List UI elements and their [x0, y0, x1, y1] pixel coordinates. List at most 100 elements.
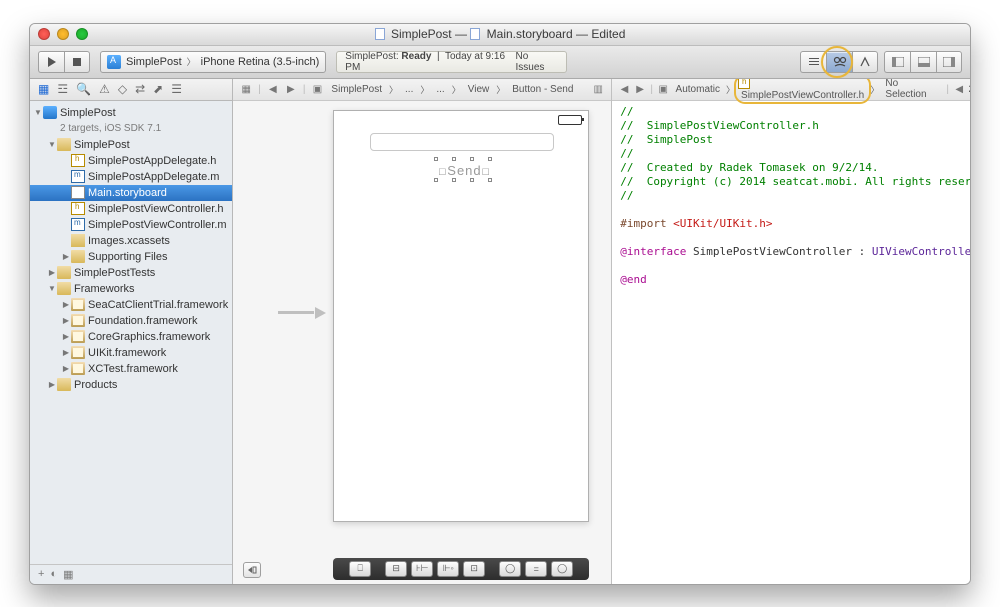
tree-label: SeaCatClientTrial.framework: [88, 299, 228, 311]
related-items-icon[interactable]: ▦: [239, 82, 253, 96]
selection-handle[interactable]: [470, 157, 474, 161]
forward-icon[interactable]: ▶: [634, 82, 647, 96]
assist-file-wrap[interactable]: SimplePostViewController.h: [738, 79, 867, 102]
project-tree[interactable]: ▼SimplePost2 targets, iOS SDK 7.1▼Simple…: [30, 101, 232, 564]
assist-mode[interactable]: Automatic: [673, 83, 723, 96]
text-field[interactable]: [370, 133, 554, 151]
fw-icon: [71, 330, 85, 343]
debug-nav-icon[interactable]: ⇄: [135, 82, 145, 96]
code-line: //: [620, 189, 633, 202]
run-button[interactable]: [38, 51, 64, 73]
tree-node[interactable]: ▼Frameworks: [30, 281, 232, 297]
back-icon[interactable]: ◀: [266, 82, 280, 96]
version-editor-icon: [859, 56, 871, 68]
align-button[interactable]: ⊟: [385, 561, 407, 577]
version-editor-button[interactable]: [852, 51, 878, 73]
selection-handle[interactable]: [434, 157, 438, 161]
prev-counterpart-icon[interactable]: ◀: [953, 82, 966, 96]
tree-node[interactable]: ▼SimplePost: [30, 137, 232, 153]
stop-icon: [73, 58, 81, 66]
tree-node[interactable]: SimplePostViewController.m: [30, 217, 232, 233]
zoom-in-button[interactable]: ◯: [551, 561, 573, 577]
toggle-navigator-button[interactable]: [884, 51, 910, 73]
pin-button[interactable]: ⊦⊢: [411, 561, 433, 577]
search-nav-icon[interactable]: 🔍: [76, 82, 91, 96]
test-nav-icon[interactable]: ◇: [118, 82, 127, 96]
tree-node[interactable]: ▶Products: [30, 377, 232, 393]
tree-label: SimplePostAppDelegate.m: [88, 171, 219, 183]
chevron-right-icon: 〉: [187, 55, 196, 68]
tree-node[interactable]: ▶SimplePostTests: [30, 265, 232, 281]
tree-node[interactable]: Images.xcassets: [30, 233, 232, 249]
filter-icon[interactable]: ▦: [63, 568, 73, 581]
selection-handle[interactable]: [488, 178, 492, 182]
titlebar: SimplePost — Main.storyboard — Edited: [30, 24, 970, 46]
assistant-jump-bar[interactable]: ◀ ▶ | ▣ Automatic 〉 SimplePostViewContro…: [612, 79, 970, 101]
xcode-window: SimplePost — Main.storyboard — Edited Si…: [29, 23, 971, 585]
jump-path-3[interactable]: View: [465, 83, 493, 96]
assistant-editor-button[interactable]: [826, 51, 852, 73]
recent-icon[interactable]: ◐: [50, 568, 57, 580]
initial-vc-arrow[interactable]: [278, 307, 326, 319]
import-value: <UIKit/UIKit.h>: [667, 217, 773, 230]
storyboard-canvas[interactable]: ☐Send☐ ⎕ ⊟: [233, 101, 611, 584]
tree-label: SimplePostViewController.h: [88, 203, 224, 215]
symbol-nav-icon[interactable]: ☲: [57, 82, 68, 96]
proj-icon: [43, 106, 57, 119]
back-icon[interactable]: ◀: [618, 82, 631, 96]
add-icon[interactable]: +: [38, 568, 44, 580]
title-project: SimplePost: [391, 27, 452, 41]
tree-node[interactable]: ▶XCTest.framework: [30, 361, 232, 377]
stop-button[interactable]: [64, 51, 90, 73]
tree-node[interactable]: SimplePostAppDelegate.h: [30, 153, 232, 169]
selection-handle[interactable]: [434, 178, 438, 182]
tree-node[interactable]: SimplePostViewController.h: [30, 201, 232, 217]
folder-icon: [57, 378, 71, 391]
resizing-button[interactable]: ⊡: [463, 561, 485, 577]
assist-selection[interactable]: No Selection: [882, 79, 939, 102]
split-icon[interactable]: ▥: [591, 82, 605, 96]
view-controller-scene[interactable]: ☐Send☐: [333, 110, 589, 522]
toggle-debug-button[interactable]: [910, 51, 936, 73]
tree-node[interactable]: ▶Supporting Files: [30, 249, 232, 265]
fw-icon: [71, 362, 85, 375]
document-outline-toggle[interactable]: [243, 562, 261, 578]
close-icon[interactable]: [38, 28, 50, 40]
zoom-icon[interactable]: [76, 28, 88, 40]
issue-nav-icon[interactable]: ⚠: [99, 82, 110, 96]
selection-handle[interactable]: [488, 157, 492, 161]
breakpoint-nav-icon[interactable]: ⬈: [153, 82, 163, 96]
panel-left-icon: [892, 57, 904, 67]
selection-handle[interactable]: [470, 178, 474, 182]
tree-node[interactable]: Main.storyboard: [30, 185, 232, 201]
forward-icon[interactable]: ▶: [284, 82, 298, 96]
selection-handle[interactable]: [452, 178, 456, 182]
tree-node[interactable]: ▼SimplePost: [30, 105, 232, 121]
tree-node[interactable]: ▶UIKit.framework: [30, 345, 232, 361]
toggle-utilities-button[interactable]: [936, 51, 962, 73]
jump-path-2[interactable]: ...: [433, 83, 447, 96]
jump-path-0[interactable]: SimplePost: [328, 83, 385, 96]
log-nav-icon[interactable]: ☰: [171, 82, 182, 96]
project-nav-icon[interactable]: ▦: [38, 82, 49, 96]
tree-node[interactable]: SimplePostAppDelegate.m: [30, 169, 232, 185]
zoom-actual-button[interactable]: =: [525, 561, 547, 577]
send-button[interactable]: ☐Send☐: [438, 163, 491, 178]
tree-node[interactable]: ▶SeaCatClientTrial.framework: [30, 297, 232, 313]
scheme-selector[interactable]: SimplePost 〉 iPhone Retina (3.5-inch): [100, 51, 326, 73]
source-editor[interactable]: // // SimplePostViewController.h // Simp…: [612, 101, 970, 584]
selection-handle[interactable]: [452, 157, 456, 161]
tree-label: SimplePostAppDelegate.h: [88, 155, 216, 167]
counterparts-icon[interactable]: ▣: [657, 82, 670, 96]
tree-node[interactable]: ▶CoreGraphics.framework: [30, 329, 232, 345]
activity-viewer: SimplePost: Ready | Today at 9:16 PM No …: [336, 51, 567, 73]
zoom-out-button[interactable]: ◯: [499, 561, 521, 577]
tree-node[interactable]: ▶Foundation.framework: [30, 313, 232, 329]
minimize-icon[interactable]: [57, 28, 69, 40]
code-line: // SimplePost: [620, 133, 713, 146]
resolve-button[interactable]: ⊩◦: [437, 561, 459, 577]
form-factor-button[interactable]: ⎕: [349, 561, 371, 577]
jump-path-4[interactable]: Button - Send: [509, 83, 576, 96]
jump-path-1[interactable]: ...: [402, 83, 416, 96]
primary-jump-bar[interactable]: ▦ | ◀ ▶ | ▣ SimplePost 〉 ... 〉 ... 〉 Vie…: [233, 79, 611, 101]
